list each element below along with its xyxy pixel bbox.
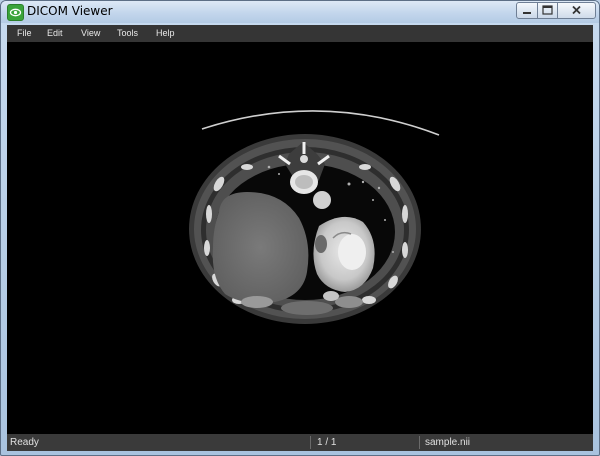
file-name: sample.nii [425,437,471,448]
menu-bar: File Edit View Tools Help [7,25,593,42]
menu-help[interactable]: Help [156,25,175,42]
ct-scan-image [189,110,440,324]
title-bar[interactable]: DICOM Viewer [1,1,599,23]
menu-view[interactable]: View [81,25,100,42]
menu-tools[interactable]: Tools [117,25,138,42]
window-title: DICOM Viewer [27,4,113,18]
image-viewport[interactable] [7,42,593,434]
menu-file[interactable]: File [17,25,32,42]
status-ready: Ready [10,437,39,448]
menu-edit[interactable]: Edit [47,25,63,42]
status-divider [310,436,311,449]
app-window: DICOM Viewer File Edit View Tools Help R… [0,0,600,456]
minimize-button[interactable] [516,2,538,19]
close-button[interactable] [557,2,596,19]
status-divider [419,436,420,449]
minimize-icon [523,12,531,14]
status-bar: Ready 1 / 1 sample.nii [7,434,593,451]
close-icon [572,5,581,15]
maximize-icon [542,5,553,15]
slice-indicator: 1 / 1 [317,437,337,448]
eye-icon [7,4,24,21]
maximize-button[interactable] [537,2,558,19]
